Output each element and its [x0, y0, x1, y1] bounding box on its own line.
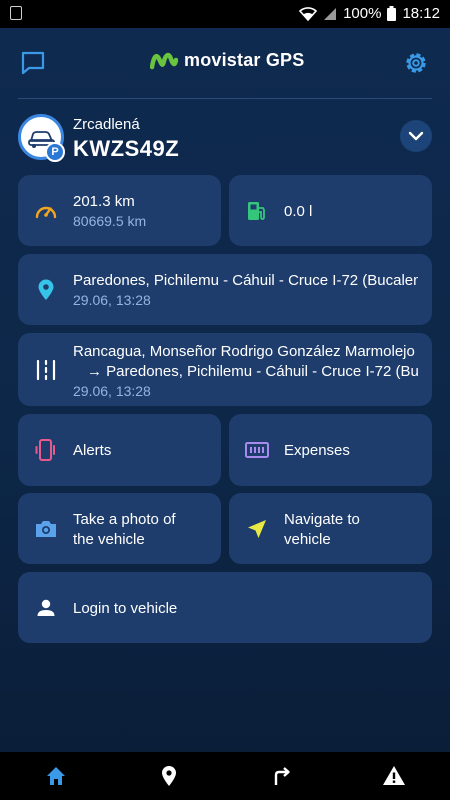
distance-value: 201.3 km [73, 193, 135, 210]
movistar-logo-icon [150, 52, 178, 69]
signal-icon [324, 7, 337, 20]
map-pin-icon[interactable] [157, 764, 181, 788]
gear-icon[interactable] [402, 49, 430, 77]
navigate-label-line2: vehicle [284, 531, 331, 548]
fuel-value: 0.0 l [284, 203, 313, 220]
fuel-pump-icon [248, 202, 265, 220]
app-header: movistar GPS [0, 28, 450, 98]
alerts-label: Alerts [73, 442, 112, 459]
route-arrow-icon[interactable] [269, 764, 293, 788]
take-photo-label-line1: Take a photo of [73, 511, 176, 528]
navigation-arrow-icon [248, 520, 266, 538]
expenses-button[interactable]: Expenses [229, 414, 432, 486]
last-trip-card[interactable]: Rancagua, Monseñor Rodrigo González Marm… [18, 333, 432, 406]
location-address: Paredones, Pichilemu - Cáhuil - Cruce I-… [73, 272, 418, 289]
location-card[interactable]: Paredones, Pichilemu - Cáhuil - Cruce I-… [18, 254, 432, 325]
expenses-label: Expenses [284, 442, 350, 459]
wifi-icon [299, 6, 318, 21]
chevron-down-icon [408, 131, 424, 141]
distance-card[interactable]: 201.3 km 80669.5 km [18, 175, 221, 246]
vehicle-plate: KWZS49Z [73, 136, 180, 161]
chat-icon[interactable] [20, 50, 46, 76]
navigate-label-line1: Navigate to [284, 511, 360, 528]
take-photo-button[interactable]: Take a photo of the vehicle [18, 493, 221, 564]
parked-badge: P [45, 142, 65, 162]
vehicle-selector[interactable]: P Zrcadlená KWZS49Z [18, 112, 432, 168]
odometer-value: 80669.5 km [73, 213, 147, 229]
person-icon [37, 599, 55, 616]
take-photo-label-line2: the vehicle [73, 531, 145, 548]
battery-percent: 100% [343, 5, 382, 22]
home-icon[interactable] [44, 764, 68, 788]
camera-icon [36, 521, 56, 537]
trip-destination: → Paredones, Pichilemu - Cáhuil - Cruce … [87, 363, 418, 380]
login-vehicle-button[interactable]: Login to vehicle [18, 572, 432, 643]
brand-name: movistar GPS [184, 50, 305, 70]
navigate-button[interactable]: Navigate to vehicle [229, 493, 432, 564]
login-label: Login to vehicle [73, 600, 178, 617]
sim-icon [10, 6, 22, 20]
speedometer-icon [35, 206, 57, 219]
fuel-card[interactable]: 0.0 l [229, 175, 432, 246]
battery-icon [387, 6, 397, 21]
clock: 18:12 [402, 5, 440, 22]
money-icon [245, 442, 269, 458]
alerts-button[interactable]: Alerts [18, 414, 221, 486]
vehicle-name: Zrcadlená [73, 116, 140, 133]
map-pin-icon [38, 279, 54, 300]
warning-icon[interactable] [382, 764, 406, 788]
route-road-icon [36, 359, 56, 381]
phone-vibrate-icon [35, 439, 55, 461]
location-time: 29.06, 13:28 [73, 292, 151, 308]
trip-time: 29.06, 13:28 [73, 383, 151, 399]
status-bar: 100% 18:12 [0, 0, 450, 28]
trip-origin: Rancagua, Monseñor Rodrigo González Marm… [73, 343, 415, 360]
bottom-navigation [0, 752, 450, 800]
app-logo: movistar GPS [150, 50, 304, 71]
header-divider [18, 98, 432, 99]
vehicle-dropdown-button[interactable] [400, 120, 432, 152]
